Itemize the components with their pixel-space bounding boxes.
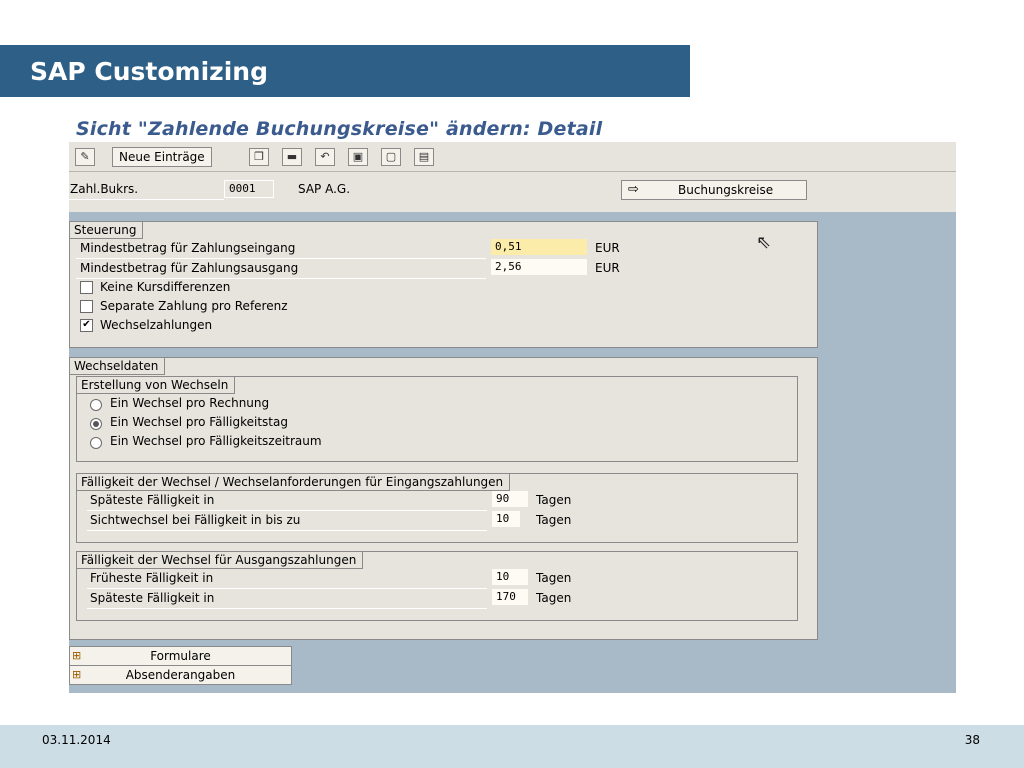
no-exchange-diff-label: Keine Kursdifferenzen	[100, 280, 231, 294]
sender-data-button[interactable]: ⊞ Absenderangaben	[69, 665, 292, 685]
company-code-label: Zahl.Bukrs.	[70, 182, 139, 196]
expand-folder-icon: ⊞	[72, 668, 82, 681]
page-number: 38	[964, 733, 980, 747]
incoming-latest-unit: Tagen	[536, 493, 572, 507]
per-due-date-label: Ein Wechsel pro Fälligkeitstag	[110, 415, 288, 429]
footer-date: 03.11.2014	[42, 733, 111, 747]
deselect-icon[interactable]: ▢	[381, 148, 401, 166]
no-exchange-diff-checkbox[interactable]	[80, 281, 93, 294]
outgoing-earliest-label: Früheste Fälligkeit in	[90, 571, 214, 585]
header-underline	[69, 199, 224, 200]
row-separator	[87, 588, 487, 589]
slide-title-bar: SAP Customizing	[0, 45, 690, 97]
incoming-due-title: Fälligkeit der Wechsel / Wechselanforder…	[77, 474, 511, 491]
slide-title: SAP Customizing	[30, 57, 268, 86]
per-due-date-radio[interactable]	[90, 418, 102, 430]
per-invoice-label: Ein Wechsel pro Rechnung	[110, 396, 270, 410]
sight-bill-input[interactable]: 10	[492, 511, 520, 527]
sight-bill-label: Sichtwechsel bei Fälligkeit in bis zu	[90, 513, 301, 527]
bill-of-exchange-label: Wechselzahlungen	[100, 318, 213, 332]
per-due-period-label: Ein Wechsel pro Fälligkeitszeitraum	[110, 434, 322, 448]
row-separator	[87, 530, 487, 531]
min-incoming-input[interactable]: 0,51	[491, 239, 587, 255]
erstellung-title: Erstellung von Wechseln	[77, 377, 236, 394]
forms-label: Formulare	[150, 649, 211, 663]
row-separator	[76, 258, 486, 259]
copy-icon[interactable]: ❐	[249, 148, 269, 166]
min-outgoing-input[interactable]: 2,56	[491, 259, 587, 275]
incoming-latest-input[interactable]: 90	[492, 491, 528, 507]
row-separator	[87, 510, 487, 511]
mouse-cursor-icon: ⇖	[756, 232, 772, 253]
outgoing-due-title: Fälligkeit der Wechsel für Ausgangszahlu…	[77, 552, 364, 569]
company-name: SAP A.G.	[298, 182, 351, 196]
forms-button[interactable]: ⊞ Formulare	[69, 646, 292, 666]
print-icon[interactable]: ▤	[414, 148, 434, 166]
outgoing-due-subgroup: Fälligkeit der Wechsel für Ausgangszahlu…	[76, 551, 798, 621]
company-codes-label: Buchungskreise	[678, 183, 774, 197]
outgoing-latest-unit: Tagen	[536, 591, 572, 605]
wechseldaten-group: Wechseldaten Erstellung von Wechseln Ein…	[69, 357, 818, 640]
row-separator	[87, 608, 487, 609]
sender-data-label: Absenderangaben	[125, 668, 236, 682]
wechseldaten-title: Wechseldaten	[70, 358, 166, 375]
bill-of-exchange-checkbox[interactable]: ✔	[80, 319, 93, 332]
undo-icon[interactable]: ↶	[315, 148, 335, 166]
min-outgoing-currency: EUR	[595, 261, 620, 275]
slide-footer: 03.11.2014 38	[0, 725, 1024, 768]
company-code-value: 0001	[224, 180, 274, 198]
min-incoming-label: Mindestbetrag für Zahlungseingang	[80, 241, 296, 255]
outgoing-earliest-input[interactable]: 10	[492, 569, 528, 585]
expand-folder-icon: ⊞	[72, 649, 82, 662]
outgoing-latest-label: Späteste Fälligkeit in	[90, 591, 215, 605]
application-toolbar: ✎ Neue Einträge ❐ ▬ ↶ ▣ ▢ ▤	[69, 142, 956, 172]
per-due-period-radio[interactable]	[90, 437, 102, 449]
erstellung-subgroup: Erstellung von Wechseln Ein Wechsel pro …	[76, 376, 798, 462]
delete-icon[interactable]: ▬	[282, 148, 302, 166]
min-outgoing-label: Mindestbetrag für Zahlungsausgang	[80, 261, 299, 275]
incoming-due-subgroup: Fälligkeit der Wechsel / Wechselanforder…	[76, 473, 798, 543]
outgoing-earliest-unit: Tagen	[536, 571, 572, 585]
select-all-icon[interactable]: ▣	[348, 148, 368, 166]
edit-glasses-icon[interactable]: ✎	[75, 148, 95, 166]
incoming-latest-label: Späteste Fälligkeit in	[90, 493, 215, 507]
company-codes-button[interactable]: ⇨ Buchungskreise	[621, 180, 807, 200]
row-separator	[76, 278, 486, 279]
separate-payment-label: Separate Zahlung pro Referenz	[100, 299, 288, 313]
sap-screen-title: Sicht "Zahlende Buchungskreise" ändern: …	[76, 118, 603, 140]
company-header: Zahl.Bukrs. 0001 SAP A.G. ⇨ Buchungskrei…	[69, 172, 956, 212]
min-incoming-currency: EUR	[595, 241, 620, 255]
outgoing-latest-input[interactable]: 170	[492, 589, 528, 605]
per-invoice-radio[interactable]	[90, 399, 102, 411]
navigate-arrow-icon: ⇨	[628, 182, 639, 197]
steuerung-group: Steuerung Mindestbetrag für Zahlungseing…	[69, 221, 818, 348]
sap-screen: ✎ Neue Einträge ❐ ▬ ↶ ▣ ▢ ▤ Zahl.Bukrs. …	[69, 142, 956, 693]
separate-payment-checkbox[interactable]	[80, 300, 93, 313]
steuerung-title: Steuerung	[70, 222, 144, 239]
sight-bill-unit: Tagen	[536, 513, 572, 527]
new-entries-button[interactable]: Neue Einträge	[112, 147, 212, 167]
